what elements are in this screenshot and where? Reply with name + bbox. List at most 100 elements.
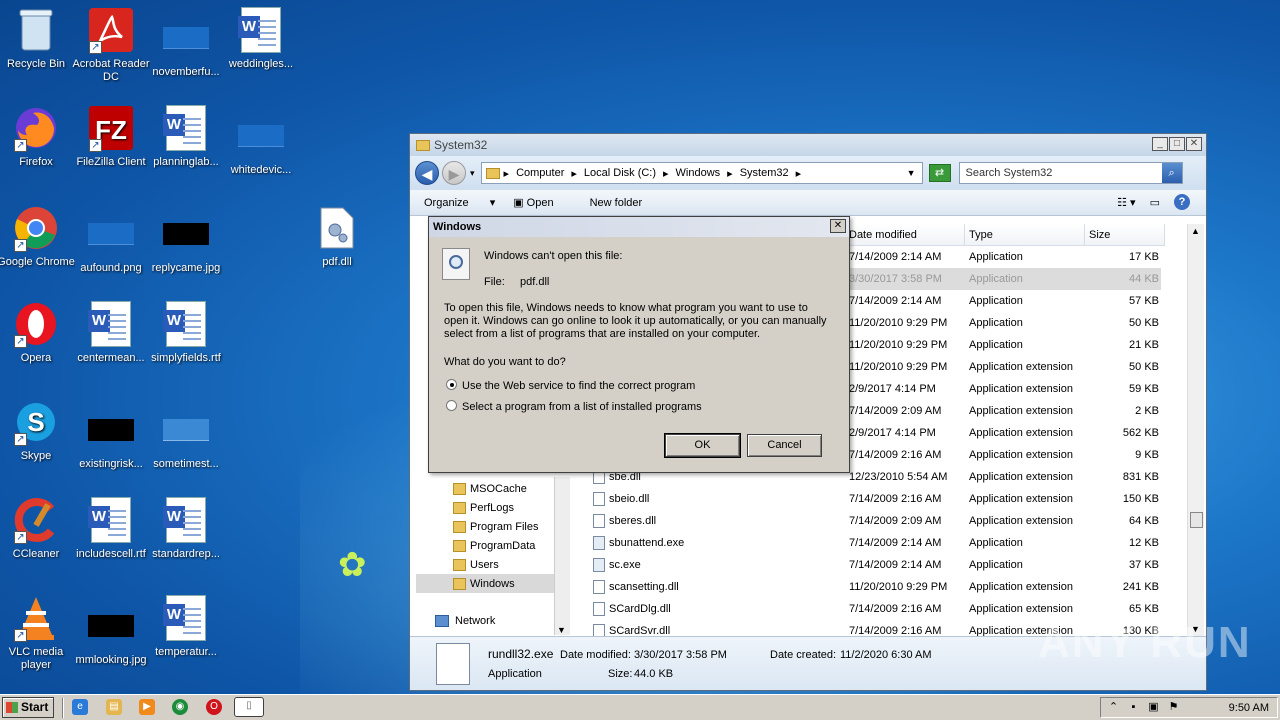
desktop-icon-recycle-bin[interactable]: Recycle Bin bbox=[0, 6, 75, 71]
desktop-icon-planninglab[interactable]: W planninglab... bbox=[147, 104, 225, 169]
desktop-icon-google-chrome[interactable]: ↗ Google Chrome bbox=[0, 204, 75, 269]
dialog-file-name: pdf.dll bbox=[520, 276, 550, 288]
column-type[interactable]: Type bbox=[965, 224, 1085, 245]
start-button[interactable]: Start bbox=[2, 697, 54, 718]
open-window-button[interactable]: ▯ bbox=[234, 697, 264, 717]
network-tray-icon[interactable]: ▣ bbox=[1147, 701, 1160, 714]
notification-icon[interactable]: ▪ bbox=[1127, 701, 1140, 714]
desktop-icon-sometimest[interactable]: sometimest... bbox=[147, 406, 225, 471]
desktop-icon-pdf-dll[interactable]: pdf.dll bbox=[298, 204, 376, 269]
file-date: 11/20/2010 9:29 PM bbox=[849, 361, 948, 373]
desktop-icon-firefox[interactable]: ↗ Firefox bbox=[0, 104, 75, 169]
option-select-program-label[interactable]: Select a program from a list of installe… bbox=[462, 401, 702, 413]
refresh-button[interactable]: ⇄ bbox=[928, 164, 951, 182]
file-type: Application extension bbox=[969, 361, 1073, 373]
desktop-icon-acrobat[interactable]: ↗ Acrobat Reader DC bbox=[72, 6, 150, 84]
desktop-icon-weddingles[interactable]: W weddingles... bbox=[222, 6, 300, 71]
breadcrumb-system32[interactable]: System32 bbox=[740, 167, 789, 179]
file-row[interactable]: SCardDlg.dll 7/14/2009 2:16 AM Application… bbox=[573, 598, 1161, 620]
desktop-icon-novemberfu[interactable]: novemberfu... bbox=[147, 14, 225, 79]
desktop-icon-existingrisk[interactable]: existingrisk... bbox=[72, 406, 150, 471]
desktop-icon-centermean[interactable]: W centermean... bbox=[72, 300, 150, 365]
nav-item-windows[interactable]: Windows bbox=[416, 574, 554, 593]
address-dropdown-icon[interactable]: ▼ bbox=[907, 168, 916, 178]
scroll-up-icon[interactable]: ▲ bbox=[1191, 226, 1200, 236]
ie-icon[interactable]: e bbox=[72, 699, 88, 715]
opera-taskbar-icon[interactable]: O bbox=[206, 699, 222, 715]
search-icon[interactable]: ⌕ bbox=[1161, 163, 1182, 183]
forward-button[interactable]: ▶ bbox=[442, 161, 466, 185]
open-with-dialog[interactable]: Windows ✕ Windows can't open this file: … bbox=[428, 216, 850, 473]
breadcrumb-windows[interactable]: Windows bbox=[676, 167, 721, 179]
search-input[interactable]: Search System32 ⌕ bbox=[958, 162, 1183, 184]
file-row[interactable]: sbunattend.exe 7/14/2009 2:14 AM Applicati… bbox=[573, 532, 1161, 554]
nav-item-program-files[interactable]: Program Files bbox=[453, 517, 538, 536]
ok-button[interactable]: OK bbox=[664, 433, 741, 458]
media-player-icon[interactable]: ▶ bbox=[139, 699, 155, 715]
nav-scrollbar[interactable]: ▼ bbox=[554, 477, 570, 635]
desktop-icon-filezilla[interactable]: FZ ↗ FileZilla Client bbox=[72, 104, 150, 169]
nav-item-network[interactable]: Network bbox=[435, 611, 495, 630]
desktop-icon-aufound[interactable]: aufound.png bbox=[72, 210, 150, 275]
clock[interactable]: 9:50 AM bbox=[1229, 702, 1269, 714]
organize-button[interactable]: Organize ▾ bbox=[424, 196, 495, 209]
scroll-down-icon[interactable]: ▼ bbox=[557, 625, 566, 635]
new-folder-button[interactable]: New folder bbox=[590, 197, 643, 209]
file-row[interactable]: sc.exe 7/14/2009 2:14 AM Application 37 KB bbox=[573, 554, 1161, 576]
column-size[interactable]: Size bbox=[1085, 224, 1165, 245]
view-options-icon[interactable]: ☷ ▾ bbox=[1117, 196, 1135, 209]
option-web-service-label[interactable]: Use the Web service to find the correct … bbox=[462, 380, 695, 392]
desktop-icon-standardrep[interactable]: W standardrep... bbox=[147, 496, 225, 561]
nav-item-perflogs[interactable]: PerfLogs bbox=[453, 498, 514, 517]
nav-item-users[interactable]: Users bbox=[453, 555, 499, 574]
radio-select-program[interactable] bbox=[446, 400, 457, 411]
dll-file-icon bbox=[593, 492, 605, 506]
desktop-icon-opera[interactable]: ↗ Opera bbox=[0, 300, 75, 365]
column-date-modified[interactable]: Date modified bbox=[845, 224, 965, 245]
open-button[interactable]: ▣ Open bbox=[513, 196, 571, 209]
scroll-thumb[interactable] bbox=[1190, 512, 1203, 528]
nav-item-programdata[interactable]: ProgramData bbox=[453, 536, 535, 555]
flag-icon[interactable]: ⚑ bbox=[1167, 701, 1180, 714]
file-size: 17 KB bbox=[1129, 251, 1159, 263]
image-file-icon bbox=[87, 406, 135, 454]
show-hidden-icons-icon[interactable]: ⌃ bbox=[1107, 701, 1120, 714]
explorer-icon[interactable]: ▤ bbox=[106, 699, 122, 715]
help-icon[interactable]: ? bbox=[1174, 194, 1190, 210]
close-button[interactable]: ✕ bbox=[1186, 137, 1202, 151]
desktop-icon-replycame[interactable]: replycame.jpg bbox=[147, 210, 225, 275]
file-list-scrollbar[interactable]: ▲ ▼ bbox=[1187, 224, 1204, 636]
dialog-title-bar[interactable]: Windows ✕ bbox=[429, 217, 849, 237]
breadcrumb-computer[interactable]: Computer bbox=[516, 167, 564, 179]
cancel-button[interactable]: Cancel bbox=[747, 434, 822, 457]
desktop-icon-simplyfields[interactable]: W simplyfields.rtf bbox=[147, 300, 225, 365]
back-button[interactable]: ◀ bbox=[415, 161, 439, 185]
desktop-icon-temperatur[interactable]: W temperatur... bbox=[147, 594, 225, 659]
minimize-button[interactable]: _ bbox=[1152, 137, 1168, 151]
file-icon bbox=[436, 643, 470, 685]
maximize-button[interactable]: □ bbox=[1169, 137, 1185, 151]
file-type: Application extension bbox=[969, 449, 1073, 461]
address-bar[interactable]: ▸ Computer ▸ Local Disk (C:) ▸ Windows ▸ Sy… bbox=[480, 162, 923, 184]
preview-pane-icon[interactable]: ▭ bbox=[1150, 196, 1160, 209]
desktop-icon-skype[interactable]: S ↗ Skype bbox=[0, 398, 75, 463]
file-size: 44 KB bbox=[1129, 273, 1159, 285]
recent-pages-icon[interactable]: ▾ bbox=[470, 168, 475, 179]
dialog-close-button[interactable]: ✕ bbox=[830, 219, 846, 233]
desktop-icon-whitedevic[interactable]: whitedevic... bbox=[222, 112, 300, 177]
window-title: System32 bbox=[434, 138, 488, 152]
radio-web-service[interactable] bbox=[446, 379, 457, 390]
desktop-icon-vlc[interactable]: ↗ VLC media player bbox=[0, 594, 75, 672]
nav-item-msocache[interactable]: MSOCache bbox=[453, 479, 527, 498]
file-row[interactable]: scansetting.dll 11/20/2010 9:29 PM Applica… bbox=[573, 576, 1161, 598]
desktop-icon-includescell[interactable]: W includescell.rtf bbox=[72, 496, 150, 561]
file-row[interactable]: sbeio.dll 7/14/2009 2:16 AM Application ex… bbox=[573, 488, 1161, 510]
file-row[interactable]: sberes.dll 7/14/2009 2:09 AM Application e… bbox=[573, 510, 1161, 532]
column-header: Date modified Type Size bbox=[845, 224, 1165, 246]
explorer-title-bar[interactable]: System32 _ □ ✕ bbox=[410, 134, 1206, 156]
folder-icon bbox=[453, 539, 466, 552]
desktop-icon-ccleaner[interactable]: ↗ CCleaner bbox=[0, 496, 75, 561]
breadcrumb-local-disk[interactable]: Local Disk (C:) bbox=[584, 167, 656, 179]
desktop-icon-mmlooking[interactable]: mmlooking.jpg bbox=[72, 602, 150, 667]
chrome-taskbar-icon[interactable]: ◉ bbox=[172, 699, 188, 715]
